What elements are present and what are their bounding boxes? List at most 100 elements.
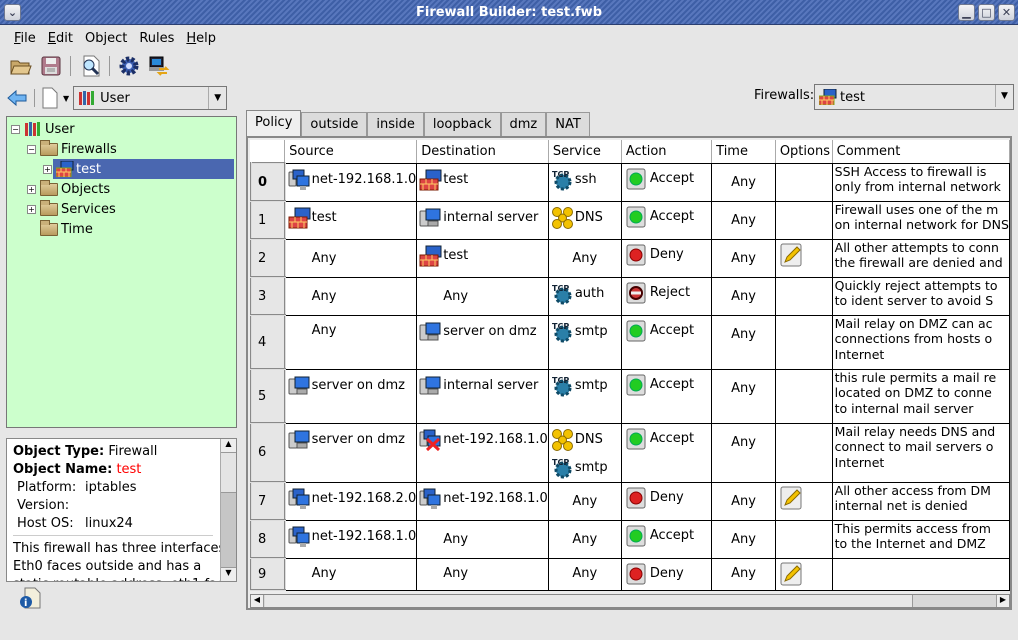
options-cell[interactable]: [774, 557, 833, 591]
column-header-time[interactable]: Time: [711, 140, 776, 164]
action-cell[interactable]: Deny: [620, 238, 713, 278]
time-cell[interactable]: Any: [711, 519, 776, 559]
service-cell[interactable]: TCP ssh: [547, 162, 622, 202]
collapse-icon[interactable]: −: [27, 144, 36, 154]
destination-cell[interactable]: Any: [416, 276, 549, 316]
action-cell[interactable]: Accept: [620, 422, 713, 483]
source-cell[interactable]: Any: [284, 314, 418, 370]
comment-cell[interactable]: Mail relay on DMZ can ac connections from…: [831, 314, 1010, 370]
expand-icon[interactable]: +: [27, 184, 36, 194]
destination-cell[interactable]: net-192.168.1.0: [416, 481, 549, 521]
column-header-comment[interactable]: Comment: [832, 140, 1010, 164]
close-button[interactable]: ✕: [998, 4, 1015, 21]
destination-cell[interactable]: Any: [416, 557, 549, 591]
options-cell[interactable]: [774, 238, 833, 278]
tree-item-firewalls[interactable]: − Firewalls: [27, 139, 117, 159]
action-cell[interactable]: Accept: [620, 314, 713, 370]
time-cell[interactable]: Any: [711, 481, 776, 521]
horizontal-scrollbar[interactable]: ◀ ▶: [250, 594, 1010, 608]
time-cell[interactable]: Any: [711, 557, 776, 591]
source-cell[interactable]: server on dmz: [284, 422, 418, 483]
source-cell[interactable]: Any: [284, 276, 418, 316]
firewall-selector[interactable]: test ▼: [814, 84, 1014, 110]
comment-cell[interactable]: Firewall uses one of the m on internal ne…: [831, 200, 1010, 240]
service-cell[interactable]: Any: [547, 557, 622, 591]
scroll-thumb[interactable]: [265, 595, 913, 607]
options-cell[interactable]: [774, 519, 833, 559]
time-cell[interactable]: Any: [711, 162, 776, 202]
service-cell[interactable]: Any: [547, 481, 622, 521]
scroll-right-icon[interactable]: ▶: [996, 595, 1009, 607]
scroll-up-icon[interactable]: ▲: [221, 439, 236, 453]
new-object-dropdown-icon[interactable]: ▼: [63, 94, 69, 103]
destination-cell[interactable]: internal server: [416, 368, 549, 424]
service-cell[interactable]: DNS TCP smtp: [547, 422, 622, 483]
scroll-down-icon[interactable]: ▼: [221, 567, 236, 581]
service-cell[interactable]: Any: [547, 519, 622, 559]
rule-row[interactable]: 5 server on dmz internal server TCP smtp Acce…: [250, 368, 1010, 424]
comment-cell[interactable]: [831, 557, 1010, 591]
options-cell[interactable]: [774, 314, 833, 370]
service-cell[interactable]: Any: [547, 238, 622, 278]
save-button[interactable]: [38, 53, 64, 79]
rule-row[interactable]: 7 net-192.168.2.0 net-192.168.1.0 Any Deny An…: [250, 481, 1010, 521]
comment-cell[interactable]: Mail relay needs DNS and connect to mail …: [831, 422, 1010, 483]
tree-item-services[interactable]: + Services: [27, 199, 116, 219]
window-menu-button[interactable]: ⌄: [4, 4, 21, 21]
action-cell[interactable]: Accept: [620, 200, 713, 240]
time-cell[interactable]: Any: [711, 276, 776, 316]
time-cell[interactable]: Any: [711, 314, 776, 370]
tab-loopback[interactable]: loopback: [423, 112, 501, 138]
column-header-options[interactable]: Options: [775, 140, 833, 164]
rule-row[interactable]: 1 test internal server DNS Accept Any Firewall…: [250, 200, 1010, 240]
tree-item-test[interactable]: + test: [43, 159, 234, 179]
info-button[interactable]: i: [18, 586, 42, 614]
logging-options-icon[interactable]: [776, 240, 832, 271]
destination-cell[interactable]: server on dmz: [416, 314, 549, 370]
menu-edit[interactable]: Edit: [48, 31, 73, 46]
action-cell[interactable]: Deny: [620, 481, 713, 521]
rule-row[interactable]: 8 net-192.168.1.0 Any Any Accept Any This perm…: [250, 519, 1010, 559]
service-cell[interactable]: DNS: [547, 200, 622, 240]
tree-item-objects[interactable]: + Objects: [27, 179, 110, 199]
time-cell[interactable]: Any: [711, 368, 776, 424]
rule-row[interactable]: 3 Any Any TCP auth Reject Any Quickly reject at…: [250, 276, 1010, 316]
column-header-destination[interactable]: Destination: [416, 140, 549, 164]
source-cell[interactable]: net-192.168.2.0: [284, 481, 418, 521]
tree-item-user[interactable]: − User: [11, 119, 75, 139]
time-cell[interactable]: Any: [711, 238, 776, 278]
action-cell[interactable]: Reject: [620, 276, 713, 316]
source-cell[interactable]: test: [284, 200, 418, 240]
maximize-button[interactable]: □: [978, 4, 995, 21]
rule-row[interactable]: 0 net-192.168.1.0 test TCP ssh Accept Any SSH A…: [250, 162, 1010, 202]
action-cell[interactable]: Accept: [620, 368, 713, 424]
find-button[interactable]: [77, 53, 103, 79]
comment-cell[interactable]: Quickly reject attempts to to ident serve…: [831, 276, 1010, 316]
logging-options-icon[interactable]: [776, 559, 832, 590]
action-cell[interactable]: Deny: [620, 557, 713, 591]
tab-dmz[interactable]: dmz: [500, 112, 547, 138]
options-cell[interactable]: [774, 276, 833, 316]
source-cell[interactable]: net-192.168.1.0: [284, 162, 418, 202]
rule-row[interactable]: 6 server on dmz net-192.168.1.0 DNS TCP smtp A…: [250, 422, 1010, 483]
rule-row[interactable]: 9 Any Any Any Deny Any: [250, 557, 1010, 591]
tree-item-time[interactable]: Time: [40, 219, 93, 239]
column-header-action[interactable]: Action: [621, 140, 713, 164]
destination-cell[interactable]: test: [416, 162, 549, 202]
library-selector[interactable]: User ▼: [73, 86, 228, 110]
new-object-icon[interactable]: [41, 87, 59, 109]
menu-rules[interactable]: Rules: [139, 31, 174, 46]
menu-object[interactable]: Object: [85, 31, 127, 46]
comment-cell[interactable]: All other attempts to conn the firewall a…: [831, 238, 1010, 278]
column-header-service[interactable]: Service: [548, 140, 622, 164]
time-cell[interactable]: Any: [711, 422, 776, 483]
options-cell[interactable]: [774, 200, 833, 240]
destination-cell[interactable]: internal server: [416, 200, 549, 240]
service-cell[interactable]: TCP auth: [547, 276, 622, 316]
rule-row[interactable]: 2 Any test Any Deny Any All other attempts to …: [250, 238, 1010, 278]
menu-file[interactable]: File: [14, 31, 36, 46]
logging-options-icon[interactable]: [776, 483, 832, 514]
source-cell[interactable]: Any: [284, 557, 418, 591]
service-cell[interactable]: TCP smtp: [547, 314, 622, 370]
comment-cell[interactable]: All other access from DM internal net is …: [831, 481, 1010, 521]
